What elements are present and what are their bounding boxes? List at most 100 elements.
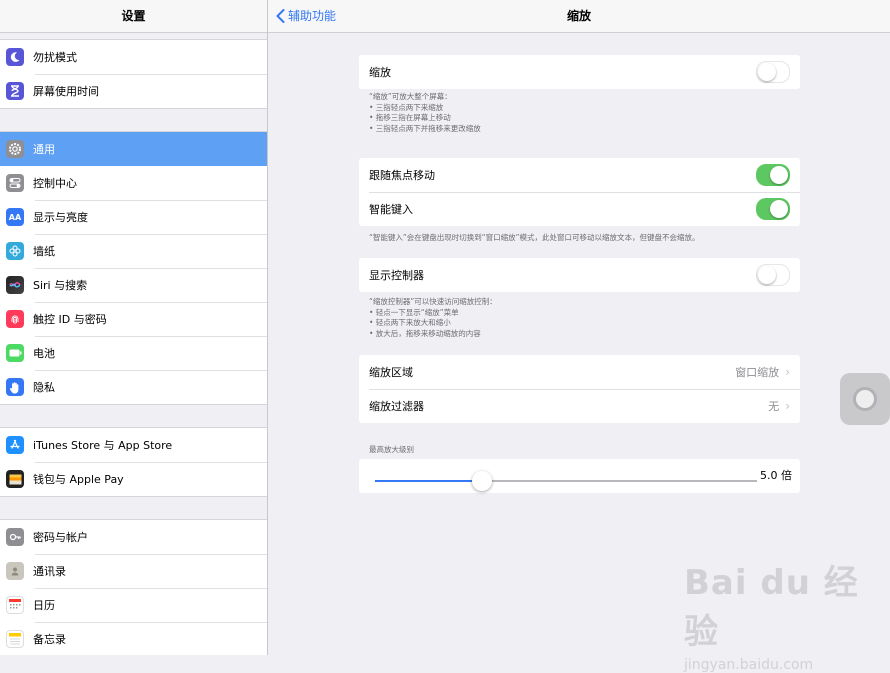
sidebar-item-label: 显示与亮度 [33,211,88,224]
chevron-right-icon: › [785,365,790,379]
moon-icon [6,48,24,66]
notes-icon [6,630,24,648]
sidebar-item-app-store[interactable]: iTunes Store 与 App Store [0,428,267,462]
assistive-touch-button[interactable] [840,373,890,425]
fingerprint-icon [6,310,24,328]
sidebar-group-apps: 密码与帐户 通讯录 日历 备忘录 [0,519,267,655]
chevron-right-icon: › [785,399,790,413]
zoom-note-line: • 三指轻点两下并拖移来更改缩放 [369,123,481,133]
sidebar-item-siri[interactable]: Siri 与搜索 [0,268,267,302]
siri-icon [6,276,24,294]
sidebar-item-calendar[interactable]: 日历 [0,588,267,622]
show-controller-label: 显示控制器 [369,269,424,282]
zoom-filter-row[interactable]: 缩放过滤器 无 › [359,389,800,423]
zoom-row: 缩放 [359,55,800,89]
key-icon [6,528,24,546]
sidebar-item-display[interactable]: AA 显示与亮度 [0,200,267,234]
show-controller-row: 显示控制器 [359,258,800,292]
controller-note-line: “缩放控制器”可以快速访问缩放控制： [369,297,497,306]
zoom-note-line: • 三指轻点两下来缩放 [369,102,444,112]
contacts-icon [6,562,24,580]
controller-card: 显示控制器 [359,258,800,292]
calendar-icon [6,596,24,614]
smart-typing-description: “智能键入”会在键盘出现时切换到“窗口缩放”模式，此处窗口可移动以缩放文本，但键… [369,233,700,242]
hand-icon [6,378,24,396]
max-zoom-section-label: 最高放大级别 [369,445,414,454]
sidebar-group-stores: iTunes Store 与 App Store 钱包与 Apple Pay [0,427,267,497]
max-zoom-value: 5.0 倍 [760,469,792,482]
app-store-icon [6,436,24,454]
zoom-region-label: 缩放区域 [369,366,413,379]
gear-icon [6,140,24,158]
toggle-knob [770,166,788,184]
wallet-icon [6,470,24,488]
flower-icon [6,242,24,260]
sidebar-item-do-not-disturb[interactable]: 勿扰模式 [0,40,267,74]
zoom-region-value: 窗口缩放 [735,366,780,379]
sidebar-group-general: 通用 控制中心 AA 显示与亮度 墙纸 Siri 与搜索 触控 ID 与密码 电… [0,131,267,405]
watermark-main: Bai du 经验 [684,563,859,652]
region-filter-card: 缩放区域 窗口缩放 › 缩放过滤器 无 › [359,355,800,423]
sidebar-item-notes[interactable]: 备忘录 [0,622,267,655]
sidebar-item-wallet[interactable]: 钱包与 Apple Pay [0,462,267,496]
navigation-bar: 辅助功能 缩放 [268,0,890,33]
zoom-description: “缩放”可放大整个屏幕： • 三指轻点两下来缩放 • 拖移三指在屏幕上移动 • … [369,92,481,134]
sidebar-item-label: 电池 [33,347,55,360]
follow-focus-row: 跟随焦点移动 [359,158,800,192]
sidebar-item-label: 勿扰模式 [33,51,77,64]
slider-track-filled [375,480,483,482]
zoom-region-row[interactable]: 缩放区域 窗口缩放 › [359,355,800,389]
battery-icon [6,344,24,362]
sidebar-item-touch-id[interactable]: 触控 ID 与密码 [0,302,267,336]
focus-typing-card: 跟随焦点移动 智能键入 [359,158,800,226]
hourglass-icon [6,82,24,100]
controller-description: “缩放控制器”可以快速访问缩放控制： • 轻点一下显示“缩放”菜单 • 轻点两下… [369,297,497,339]
zoom-note-line: “缩放”可放大整个屏幕： [369,92,452,101]
zoom-toggle[interactable] [756,61,790,83]
baidu-watermark: Bai du 经验 jingyan.baidu.com [684,555,890,673]
sidebar-item-wallpaper[interactable]: 墙纸 [0,234,267,268]
toggle-knob [758,63,776,81]
toggle-knob [770,200,788,218]
sidebar-item-general[interactable]: 通用 [0,132,267,166]
sidebar-item-privacy[interactable]: 隐私 [0,370,267,404]
sidebar-item-label: 钱包与 Apple Pay [33,473,124,486]
controller-note-line: • 轻点两下来放大和缩小 [369,318,451,327]
watermark-url: jingyan.baidu.com [684,657,814,673]
zoom-note-line: • 拖移三指在屏幕上移动 [369,113,451,122]
sidebar-item-label: 隐私 [33,381,55,394]
sidebar-item-label: 通用 [33,143,55,156]
sidebar-item-label: 日历 [33,599,55,612]
toggle-knob [758,266,776,284]
sidebar-item-label: Siri 与搜索 [33,279,88,292]
controller-note-line: • 轻点一下显示“缩放”菜单 [369,307,459,317]
settings-sidebar: 设置 勿扰模式 屏幕使用时间 通用 控制中心 AA 显示与亮度 墙纸 Siri … [0,0,268,655]
max-zoom-slider-thumb[interactable] [472,471,492,491]
sidebar-item-label: iTunes Store 与 App Store [33,439,173,452]
smart-typing-toggle[interactable] [756,198,790,220]
assistive-touch-icon [853,387,877,411]
zoom-label: 缩放 [369,66,391,79]
zoom-filter-value: 无 [768,400,780,413]
sidebar-item-contacts[interactable]: 通讯录 [0,554,267,588]
slider-track-empty [483,480,757,482]
sidebar-item-screen-time[interactable]: 屏幕使用时间 [0,74,267,108]
switches-icon [6,174,24,192]
smart-typing-row: 智能键入 [359,192,800,226]
controller-note-line: • 放大后，拖移来移动缩放的内容 [369,328,481,338]
smart-typing-label: 智能键入 [369,203,413,216]
sidebar-item-passwords[interactable]: 密码与帐户 [0,520,267,554]
page-title: 缩放 [566,9,591,23]
sidebar-item-label: 触控 ID 与密码 [33,313,107,326]
show-controller-toggle[interactable] [756,264,790,286]
sidebar-item-control-center[interactable]: 控制中心 [0,166,267,200]
follow-focus-toggle[interactable] [756,164,790,186]
sidebar-title: 设置 [0,0,267,33]
sidebar-item-battery[interactable]: 电池 [0,336,267,370]
sidebar-item-label: 密码与帐户 [33,531,88,544]
sidebar-item-label: 屏幕使用时间 [33,85,99,98]
sidebar-item-label: 控制中心 [33,177,77,190]
follow-focus-label: 跟随焦点移动 [369,169,435,182]
zoom-card: 缩放 [359,55,800,89]
text-size-icon: AA [6,208,24,226]
